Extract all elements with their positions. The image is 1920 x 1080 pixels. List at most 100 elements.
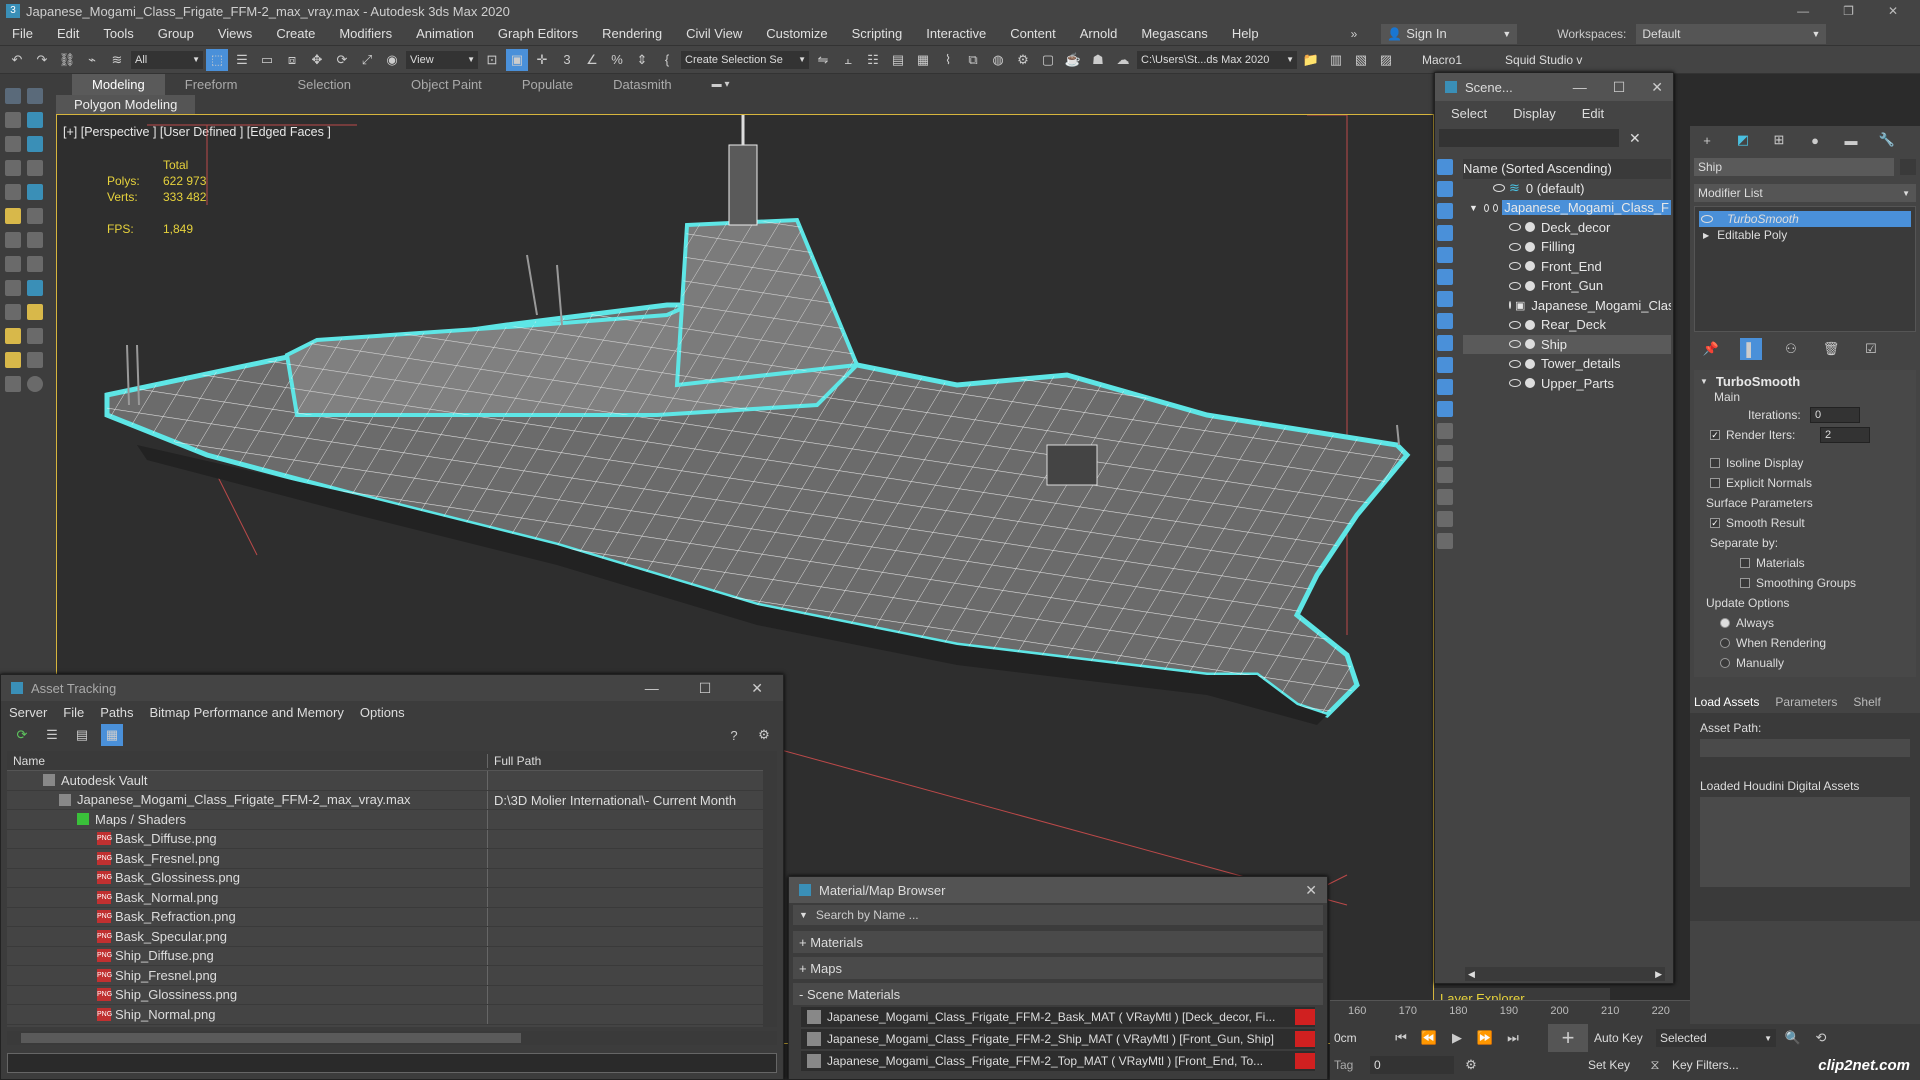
- remove-modifier-icon[interactable]: 🗑: [1820, 338, 1842, 360]
- filter-cameras-icon[interactable]: [1437, 225, 1453, 241]
- render-online-icon[interactable]: ☁: [1112, 49, 1134, 71]
- eye-icon[interactable]: [1509, 262, 1521, 271]
- scene-explorer-titlebar[interactable]: Scene... — ☐ ✕: [1435, 73, 1673, 101]
- minimize-icon[interactable]: —: [645, 680, 659, 697]
- tool-plane-icon[interactable]: [5, 352, 21, 368]
- column-full-path[interactable]: Full Path: [487, 753, 541, 768]
- percent-snap-icon[interactable]: %: [606, 49, 628, 71]
- ref-coord-select[interactable]: View ▼: [406, 50, 478, 69]
- ribbon-tab-object-paint[interactable]: Object Paint: [391, 74, 502, 95]
- scene-search-input[interactable]: [1439, 129, 1619, 147]
- filter-spacewarps-icon[interactable]: [1437, 269, 1453, 285]
- scene-menu-display[interactable]: Display: [1513, 106, 1556, 121]
- toggle-layer-explorer-icon[interactable]: ▤: [887, 49, 909, 71]
- table-row[interactable]: PNG Bask_Refraction.png: [7, 907, 777, 927]
- eye-icon[interactable]: [1493, 184, 1505, 193]
- select-object-icon[interactable]: ⬚: [206, 48, 228, 71]
- modifier-list-select[interactable]: Modifier List ▼: [1694, 184, 1916, 202]
- houdini-tab-load-assets[interactable]: Load Assets: [1694, 695, 1759, 709]
- menu-megascans[interactable]: Megascans: [1129, 26, 1219, 41]
- asset-menu-server[interactable]: Server: [9, 705, 47, 720]
- eye-icon[interactable]: [1509, 359, 1521, 368]
- tool-geo-icon[interactable]: [27, 208, 43, 224]
- set-key-large-icon[interactable]: +: [1548, 1024, 1588, 1052]
- macro1-button[interactable]: Macro1: [1422, 53, 1462, 67]
- tool-tube-icon[interactable]: [27, 280, 43, 296]
- render-iterative-icon[interactable]: ☗: [1087, 49, 1109, 71]
- ribbon-tab-datasmith[interactable]: Datasmith: [593, 74, 692, 95]
- list-item[interactable]: ▼ Japanese_Mogami_Class_F: [1463, 198, 1671, 218]
- menu-file[interactable]: File: [0, 26, 45, 41]
- pin-stack-icon[interactable]: 📌: [1700, 338, 1722, 360]
- minimize-icon[interactable]: —: [1797, 4, 1809, 18]
- tool-pyramid-icon[interactable]: [27, 328, 43, 344]
- close-icon[interactable]: ✕: [1888, 4, 1898, 18]
- update-manually-radio[interactable]: [1720, 658, 1730, 668]
- list-view-icon[interactable]: ☰: [41, 724, 63, 746]
- list-item[interactable]: Front_Gun: [1463, 276, 1671, 296]
- tool-mat-icon[interactable]: [5, 136, 21, 152]
- table-row[interactable]: Japanese_Mogami_Class_Frigate_FFM-2_max_…: [7, 790, 777, 810]
- settings-icon[interactable]: ⚙: [753, 724, 775, 746]
- asset-vscrollbar[interactable]: [763, 751, 777, 1027]
- clear-search-icon[interactable]: ✕: [1629, 130, 1641, 147]
- table-row[interactable]: Autodesk Vault: [7, 771, 777, 791]
- table-row[interactable]: PNG Ship_Normal.png: [7, 1005, 777, 1025]
- expand-icon[interactable]: ▼: [1469, 203, 1478, 213]
- close-icon[interactable]: ✕: [751, 680, 763, 697]
- collapse-icon[interactable]: ▼: [1700, 377, 1708, 386]
- selection-filter-select[interactable]: All ▼: [131, 50, 203, 69]
- menu-rendering[interactable]: Rendering: [590, 26, 674, 41]
- material-group-materials[interactable]: + Materials: [793, 931, 1323, 953]
- materials-checkbox[interactable]: [1740, 558, 1750, 568]
- scene-menu-edit[interactable]: Edit: [1582, 106, 1604, 121]
- stack-item-turbosmooth[interactable]: TurboSmooth: [1699, 211, 1911, 227]
- select-by-name-icon[interactable]: ☰: [231, 49, 253, 71]
- edit-named-sel-icon[interactable]: {: [656, 49, 678, 71]
- material-search-input[interactable]: ▼ Search by Name ...: [793, 905, 1323, 925]
- save-icon[interactable]: ▥: [1325, 49, 1347, 71]
- rotate-icon[interactable]: ⟳: [331, 49, 353, 71]
- tool-pot-icon[interactable]: [5, 304, 21, 320]
- list-item[interactable]: ▣ Japanese_Mogami_Clas: [1463, 296, 1671, 316]
- asset-path-field[interactable]: [1700, 739, 1910, 757]
- tool-paint-icon[interactable]: [27, 88, 43, 104]
- filter-containers-icon[interactable]: [1437, 357, 1453, 373]
- more-menu-icon[interactable]: »: [1351, 27, 1358, 41]
- eye-icon[interactable]: [1509, 223, 1521, 232]
- rendered-frame-icon[interactable]: ▢: [1037, 49, 1059, 71]
- filter-shapes-icon[interactable]: [1437, 181, 1453, 197]
- column-name[interactable]: Name: [7, 754, 487, 768]
- list-item[interactable]: Front_End: [1463, 257, 1671, 277]
- turbosmooth-rollout-title[interactable]: TurboSmooth: [1716, 374, 1800, 389]
- scene-menu-select[interactable]: Select: [1451, 106, 1487, 121]
- mirror-icon[interactable]: ⇋: [812, 49, 834, 71]
- auto-key-button[interactable]: Auto Key: [1594, 1031, 1650, 1045]
- named-selection-select[interactable]: Create Selection Se ▼: [681, 50, 809, 69]
- align-icon[interactable]: ⫠: [837, 49, 859, 71]
- tool-capsule-icon[interactable]: [27, 352, 43, 368]
- configure-sets-icon[interactable]: ☑: [1860, 338, 1882, 360]
- render-iters-spinner[interactable]: 2: [1820, 427, 1870, 443]
- layer-icon[interactable]: [1437, 533, 1453, 549]
- snap-3-icon[interactable]: 3: [556, 49, 578, 71]
- import-icon[interactable]: ▨: [1375, 49, 1397, 71]
- orbit-icon[interactable]: ⟲: [1810, 1027, 1832, 1049]
- display-all-icon[interactable]: [1437, 423, 1453, 439]
- material-editor-icon[interactable]: ◍: [987, 49, 1009, 71]
- unlink-icon[interactable]: ⌁: [81, 49, 103, 71]
- schematic-view-icon[interactable]: ⧉: [962, 49, 984, 71]
- menu-scripting[interactable]: Scripting: [840, 26, 915, 41]
- toggle-scene-explorer-icon[interactable]: ☷: [862, 49, 884, 71]
- display-invert-icon[interactable]: [1437, 467, 1453, 483]
- smooth-result-checkbox[interactable]: ✓: [1710, 518, 1720, 528]
- project-path-select[interactable]: C:\Users\St...ds Max 2020 ▼: [1137, 50, 1297, 69]
- scale-icon[interactable]: ⤢: [356, 49, 378, 71]
- table-row[interactable]: PNG Bask_Normal.png: [7, 888, 777, 908]
- table-row[interactable]: Maps / Shaders: [7, 810, 777, 830]
- filter-lights-icon[interactable]: [1437, 203, 1453, 219]
- sign-in-button[interactable]: 👤 Sign In ▼: [1381, 23, 1518, 44]
- tool-light-icon[interactable]: [27, 160, 43, 176]
- filter-funnel-icon[interactable]: [1437, 511, 1453, 527]
- set-key-button[interactable]: Set Key: [1588, 1058, 1638, 1072]
